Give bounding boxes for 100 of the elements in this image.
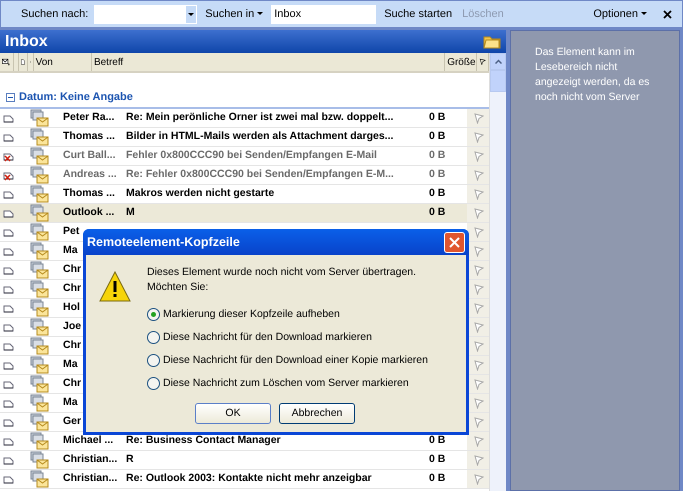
search-field[interactable] bbox=[94, 4, 198, 24]
column-heading[interactable]: Von bbox=[34, 53, 92, 71]
radio-option[interactable]: Diese Nachricht für den Download markieren bbox=[147, 326, 428, 349]
flag-icon[interactable] bbox=[472, 226, 484, 238]
subject-text: R bbox=[126, 453, 134, 466]
subject-text: Makros werden nicht gestarte bbox=[126, 187, 274, 200]
mail-stack-icon bbox=[30, 223, 49, 241]
flag-icon[interactable] bbox=[472, 188, 484, 200]
close-icon bbox=[449, 236, 460, 248]
subject-text: Re: Fehler 0x800CCC90 bei Senden/Empfangen E-M... bbox=[126, 168, 394, 180]
sender-text: Chr bbox=[63, 377, 82, 390]
subject-text: Fehler 0x800CCC90 bei Senden/Empfangen E-Mail bbox=[126, 149, 377, 162]
header-icon bbox=[3, 398, 14, 408]
flag-icon[interactable] bbox=[472, 284, 484, 294]
subject-text: Bilder in HTML-Mails werden als Attachment darges... bbox=[126, 130, 394, 142]
sender-text: Ma bbox=[63, 358, 78, 370]
ok-button[interactable]: OK bbox=[195, 403, 271, 424]
radio-button[interactable] bbox=[147, 377, 160, 390]
cancel-button[interactable]: Abbrechen bbox=[279, 403, 355, 424]
subject-text: Re: Mein perönliche Orner ist zwei mal bzw. doppelt... bbox=[126, 111, 394, 124]
scope-field[interactable]: Inbox bbox=[271, 4, 376, 24]
radio-option[interactable]: Diese Nachricht für den Download einer Kopie markieren bbox=[147, 349, 428, 372]
message-row[interactable]: Christian... Re: Outlook 2003: Kontakte nicht mehr anzeigbar 0 B bbox=[0, 470, 489, 489]
caret-icon bbox=[641, 12, 647, 16]
mail-stack-icon bbox=[30, 166, 49, 184]
radio-option[interactable]: Diese Nachricht zum Löschen vom Server markieren bbox=[147, 372, 428, 395]
scrollbar[interactable] bbox=[489, 53, 506, 491]
flag-icon[interactable] bbox=[472, 132, 484, 142]
options-button[interactable]: Optionen bbox=[591, 6, 649, 22]
flag-icon[interactable] bbox=[472, 150, 484, 162]
size-text: 0 B bbox=[429, 149, 446, 162]
flag-icon[interactable] bbox=[472, 416, 484, 428]
sender-text: Ger bbox=[63, 415, 82, 428]
page-icon bbox=[18, 53, 28, 71]
close-icon[interactable] bbox=[663, 10, 672, 18]
flag-icon[interactable] bbox=[472, 302, 484, 314]
radio-button[interactable] bbox=[147, 354, 160, 367]
sender-text: Pet bbox=[63, 225, 80, 238]
scroll-up-icon[interactable] bbox=[494, 59, 502, 64]
mail-stack-icon bbox=[30, 128, 49, 146]
subject-text: Re: Business Contact Manager bbox=[126, 434, 281, 446]
scope-button[interactable]: Suchen in bbox=[203, 6, 266, 22]
caret-icon bbox=[188, 12, 194, 16]
message-row[interactable]: Outlook ... M 0 B bbox=[0, 204, 489, 223]
sender-text: Christian... bbox=[63, 472, 118, 484]
column-heading[interactable]: Größe bbox=[445, 53, 478, 71]
header-icon bbox=[3, 474, 14, 484]
sender-text: Chr bbox=[63, 339, 82, 352]
size-text: 0 B bbox=[429, 434, 446, 446]
mail-stack-icon bbox=[30, 147, 49, 165]
mail-stack-icon bbox=[30, 470, 49, 488]
subject-text: Re: Outlook 2003: Kontakte nicht mehr anzeigbar bbox=[126, 472, 372, 484]
header-icon bbox=[3, 188, 14, 200]
message-row[interactable]: Peter Ra... Re: Mein perönliche Orner ist zwei mal bzw. doppelt... 0 B bbox=[0, 109, 489, 128]
dialog-message: Möchten Sie: bbox=[147, 280, 210, 295]
flag-icon[interactable] bbox=[472, 246, 484, 256]
sender-text: Outlook ... bbox=[63, 206, 114, 218]
radio-button[interactable] bbox=[147, 331, 160, 344]
flag-icon[interactable] bbox=[472, 112, 484, 124]
header-icon bbox=[3, 454, 14, 466]
header-icon bbox=[3, 264, 14, 276]
column-heading[interactable]: Betreff bbox=[92, 53, 446, 71]
flag-icon[interactable] bbox=[472, 436, 484, 446]
flag-icon[interactable] bbox=[472, 170, 484, 180]
mail-stack-icon bbox=[30, 185, 49, 203]
collapse-icon[interactable] bbox=[6, 92, 15, 102]
flag-icon[interactable] bbox=[472, 474, 484, 484]
sender-text: Michael ... bbox=[63, 434, 114, 446]
radio-option[interactable]: Markierung dieser Kopfzeile aufheben bbox=[147, 303, 428, 326]
flag-icon[interactable] bbox=[472, 264, 484, 276]
message-row[interactable]: Andreas ... Re: Fehler 0x800CCC90 bei Senden/Empfangen E-M... 0 B bbox=[0, 166, 489, 185]
size-text: 0 B bbox=[429, 453, 446, 466]
sender-text: Peter Ra... bbox=[63, 111, 114, 124]
flag-icon[interactable] bbox=[472, 322, 484, 332]
message-row[interactable]: Thomas ... Bilder in HTML-Mails werden als Attachment darges... 0 B bbox=[0, 128, 489, 147]
search-button[interactable]: Suche starten bbox=[382, 6, 454, 22]
radio-button[interactable] bbox=[147, 308, 160, 321]
close-button[interactable] bbox=[444, 232, 465, 252]
header-icon bbox=[3, 378, 14, 390]
size-text: 0 B bbox=[429, 111, 446, 124]
flag-icon[interactable] bbox=[472, 360, 484, 370]
message-row[interactable]: Curt Ball... Fehler 0x800CCC90 bei Senden/Empfangen E-Mail 0 B bbox=[0, 147, 489, 166]
size-text: 0 B bbox=[429, 130, 446, 142]
sender-text: Thomas ... bbox=[63, 187, 115, 200]
subject-text: M bbox=[126, 206, 135, 218]
flag-icon[interactable] bbox=[472, 454, 484, 466]
header-icon bbox=[3, 226, 14, 238]
mail-stack-icon bbox=[30, 451, 49, 469]
flag-icon[interactable] bbox=[472, 398, 484, 408]
size-text: 0 B bbox=[429, 168, 446, 180]
sender-text: Chr bbox=[63, 282, 82, 294]
scroll-thumb[interactable] bbox=[490, 70, 506, 92]
flag-icon[interactable] bbox=[472, 378, 484, 390]
reading-pane-message: Das Element kann im Lesebereich nicht angezeigt werden, da es noch nicht vom Server bbox=[535, 45, 650, 105]
size-text: 0 B bbox=[429, 472, 446, 484]
message-row[interactable]: Christian... R 0 B bbox=[0, 451, 489, 470]
flag-icon[interactable] bbox=[472, 208, 484, 218]
dialog-message: Dieses Element wurde noch nicht vom Server übertragen. bbox=[147, 265, 418, 280]
flag-icon[interactable] bbox=[472, 340, 484, 352]
header-icon bbox=[3, 416, 14, 428]
